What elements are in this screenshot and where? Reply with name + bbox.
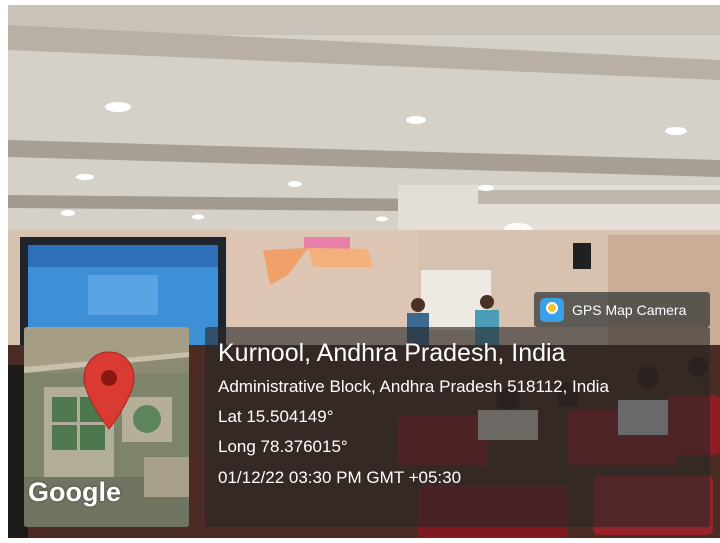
location-city: Kurnool, Andhra Pradesh, India [218, 339, 566, 367]
location-info-panel: Kurnool, Andhra Pradesh, India Administr… [205, 327, 710, 527]
map-pin-icon [83, 351, 135, 430]
location-datetime: 01/12/22 03:30 PM GMT +05:30 [218, 468, 462, 487]
location-address: Administrative Block, Andhra Pradesh 518… [218, 377, 609, 396]
gps-map-camera-badge: GPS Map Camera [534, 292, 710, 327]
gps-map-camera-icon [540, 297, 564, 322]
location-latitude: Lat 15.504149° [218, 407, 334, 426]
location-longitude: Long 78.376015° [218, 437, 348, 456]
google-logo: Google [28, 477, 121, 507]
badge-label: GPS Map Camera [572, 301, 687, 318]
location-map: Google [24, 327, 189, 527]
